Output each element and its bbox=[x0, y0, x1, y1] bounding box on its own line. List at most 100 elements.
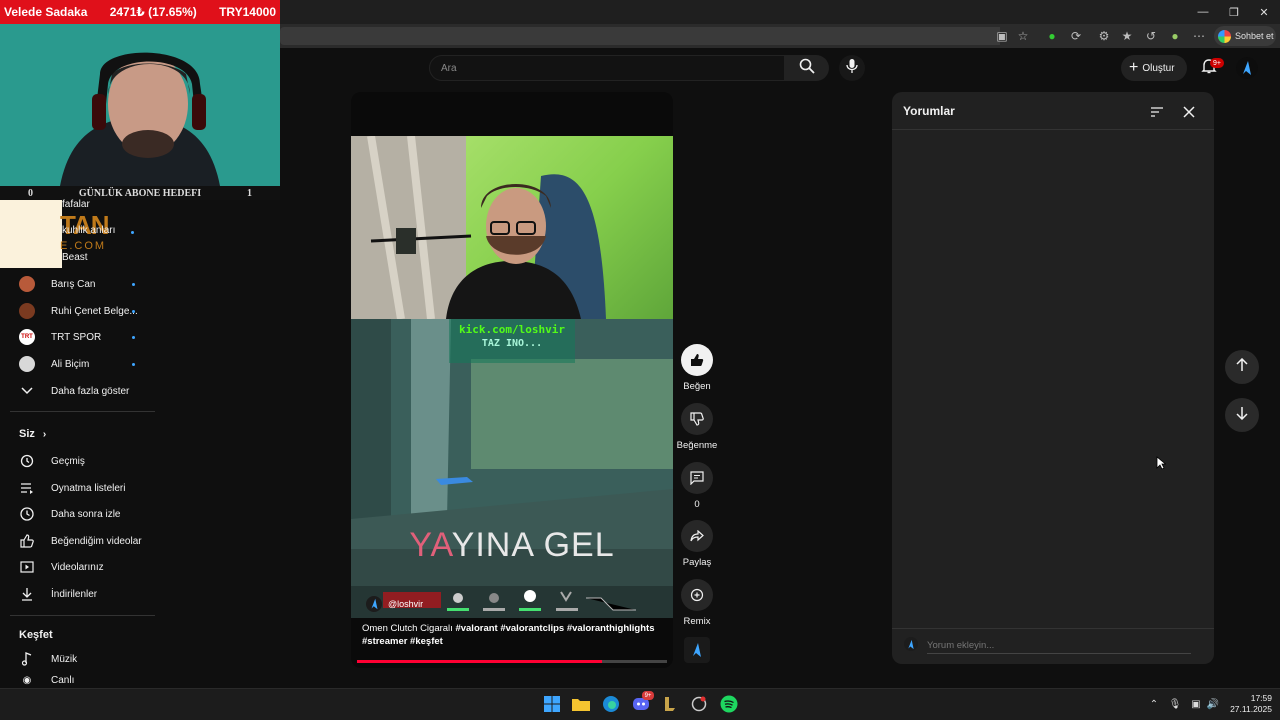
sidebar-item-downloads[interactable]: İndirilenler bbox=[0, 581, 155, 607]
edge-browser-icon[interactable] bbox=[601, 694, 621, 714]
sponsor-logo-subtext: E.COM bbox=[60, 240, 107, 252]
sidebar-item-your-videos[interactable]: Videolarınız bbox=[0, 554, 155, 580]
share-icon bbox=[681, 520, 713, 552]
comments-panel bbox=[892, 92, 1214, 664]
tray-expand-icon[interactable]: ⌃ bbox=[1147, 697, 1161, 711]
dislike-button[interactable]: Beğenme bbox=[677, 403, 717, 451]
channel-avatar-icon: TRT bbox=[19, 329, 35, 345]
create-button[interactable]: + Oluştur bbox=[1121, 55, 1187, 81]
comments-button[interactable]: 0 bbox=[680, 462, 714, 510]
you-section-header[interactable]: Siz › bbox=[19, 428, 46, 440]
channel-avatar-icon bbox=[19, 356, 35, 372]
sound-source-thumbnail[interactable] bbox=[684, 637, 710, 663]
video-icon bbox=[19, 559, 35, 575]
dislike-label: Beğenme bbox=[676, 440, 718, 451]
sidebar-item-sub-0[interactable]: fafalar bbox=[62, 199, 90, 210]
live-dot-icon bbox=[132, 309, 135, 313]
you-section-label: Siz bbox=[19, 428, 35, 440]
comment-input[interactable] bbox=[927, 638, 1191, 654]
sidebar-divider bbox=[10, 411, 155, 412]
sidebar-item-live[interactable]: ◉ Canlı bbox=[0, 673, 155, 687]
favorites-icon[interactable]: ★ bbox=[1119, 28, 1135, 44]
copilot-chat-label: Sohbet et bbox=[1235, 31, 1274, 41]
sidebar-item-label: Daha sonra izle bbox=[51, 508, 121, 520]
refresh-extension-icon[interactable]: ⟳ bbox=[1068, 28, 1084, 44]
close-icon[interactable] bbox=[1180, 103, 1198, 121]
extensions-icon[interactable]: ⚙ bbox=[1096, 28, 1112, 44]
sidebar-item-music[interactable]: Müzik bbox=[0, 646, 155, 672]
sidebar-item-ali-bicim[interactable]: Ali Biçim bbox=[0, 351, 155, 377]
riot-client-icon[interactable] bbox=[689, 694, 709, 714]
channel-avatar-icon bbox=[19, 276, 35, 292]
more-menu-icon[interactable]: ⋯ bbox=[1191, 28, 1207, 44]
search-button[interactable] bbox=[785, 55, 829, 81]
like-label: Beğen bbox=[683, 381, 711, 392]
volume-icon[interactable]: 🔊 bbox=[1206, 697, 1220, 711]
sidebar-item-history[interactable]: Geçmiş bbox=[0, 448, 155, 474]
copilot-chat-button[interactable]: Sohbet et bbox=[1214, 26, 1276, 46]
sidebar-item-label: TRT SPOR bbox=[51, 331, 102, 343]
restore-icon[interactable]: ❐ bbox=[1226, 4, 1242, 20]
chevron-down-icon bbox=[19, 383, 35, 399]
live-dot-icon bbox=[132, 282, 135, 286]
file-explorer-icon[interactable] bbox=[571, 694, 591, 714]
profile-icon[interactable]: ● bbox=[1167, 28, 1183, 44]
show-more-button[interactable]: Daha fazla göster bbox=[0, 378, 155, 404]
next-short-button[interactable] bbox=[1225, 398, 1259, 432]
account-logo-icon bbox=[1243, 61, 1251, 75]
sidebar-item-watch-later[interactable]: Daha sonra izle bbox=[0, 501, 155, 527]
sidebar-item-trt-spor[interactable]: TRT TRT SPOR bbox=[0, 324, 155, 350]
history-icon[interactable]: ↺ bbox=[1143, 28, 1159, 44]
notification-badge: 9+ bbox=[1210, 58, 1224, 68]
system-clock[interactable]: 17:59 27.11.2025 bbox=[1222, 693, 1272, 715]
comment-icon bbox=[681, 462, 713, 494]
discord-badge: 9+ bbox=[642, 691, 654, 700]
caption-text: Omen Clutch Cigaralı bbox=[362, 623, 453, 634]
extension-shield-icon[interactable]: ● bbox=[1044, 28, 1060, 44]
favorite-star-icon[interactable]: ☆ bbox=[1015, 28, 1031, 44]
sidebar-item-label: Beğendiğim videolar bbox=[51, 535, 142, 547]
spotify-icon[interactable] bbox=[719, 694, 739, 714]
copilot-icon bbox=[1218, 29, 1231, 43]
sidebar-item-sub-1[interactable]: kuhlik anları bbox=[62, 225, 152, 236]
kick-link-text: kick.com/loshvir bbox=[459, 323, 565, 336]
like-button[interactable]: Beğen bbox=[680, 344, 714, 392]
account-avatar[interactable] bbox=[1236, 57, 1258, 79]
minimize-icon[interactable]: — bbox=[1195, 4, 1211, 20]
sidebar-item-ruhi-cenet[interactable]: Ruhi Çenet Belge... bbox=[0, 298, 155, 324]
network-icon[interactable]: ▣ bbox=[1189, 697, 1203, 711]
playback-progress-fill bbox=[357, 660, 602, 663]
share-button[interactable]: Paylaş bbox=[680, 520, 714, 568]
channel-avatar[interactable] bbox=[366, 596, 382, 612]
live-dot-icon bbox=[132, 362, 135, 366]
plus-icon: + bbox=[1129, 59, 1139, 76]
discord-icon[interactable]: 9+ bbox=[631, 691, 654, 714]
windows-start-icon[interactable] bbox=[542, 694, 562, 714]
league-client-icon[interactable] bbox=[660, 694, 680, 714]
address-bar[interactable] bbox=[280, 27, 1000, 45]
playlist-icon bbox=[19, 480, 35, 496]
banner-rest: YINA GEL bbox=[451, 526, 615, 564]
channel-logo-icon bbox=[693, 643, 701, 657]
explore-section-header: Keşfet bbox=[19, 629, 53, 641]
sidebar-item-playlists[interactable]: Oynatma listeleri bbox=[0, 475, 155, 501]
short-channel[interactable]: @loshvir bbox=[366, 596, 423, 612]
sidebar-item-label: Barış Can bbox=[51, 278, 96, 290]
sidebar-item-label: Ruhi Çenet Belge... bbox=[51, 305, 138, 317]
close-window-icon[interactable]: ✕ bbox=[1256, 4, 1272, 20]
voice-search-button[interactable] bbox=[839, 55, 865, 81]
sidebar-item-liked-videos[interactable]: Beğendiğim videolar bbox=[0, 528, 155, 554]
sidebar-item-baris-can[interactable]: Barış Can bbox=[0, 271, 155, 297]
sidebar-item-label: fafalar bbox=[62, 199, 90, 210]
sidebar-item-sub-2[interactable]: Beast bbox=[62, 252, 88, 263]
search-input[interactable]: Ara bbox=[429, 55, 785, 81]
remix-button[interactable]: Remix bbox=[680, 579, 714, 627]
donation-ticker: Velede Sadaka 2471₺ (17.65%) TRY14000 bbox=[0, 0, 280, 24]
microphone-tray-icon[interactable]: 🎙 bbox=[1168, 697, 1182, 711]
sidebar-item-label: Oynatma listeleri bbox=[51, 482, 126, 494]
app-available-icon[interactable]: ▣ bbox=[994, 28, 1010, 44]
previous-short-button[interactable] bbox=[1225, 350, 1259, 384]
sort-icon[interactable] bbox=[1149, 104, 1165, 120]
chevron-right-icon: › bbox=[42, 428, 47, 440]
channel-handle[interactable]: @loshvir bbox=[388, 599, 423, 609]
